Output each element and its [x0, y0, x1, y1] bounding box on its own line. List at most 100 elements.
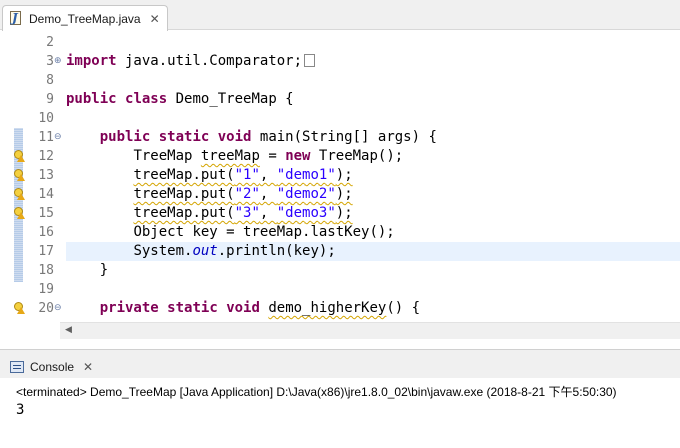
close-icon[interactable]: ✕	[150, 12, 160, 26]
code-fragment: () {	[386, 300, 421, 316]
string-literal: "demo3"	[276, 205, 336, 221]
line-number: 19	[38, 282, 54, 297]
code-line: 8	[0, 71, 680, 90]
editor-tab-bar: J Demo_TreeMap.java ✕	[0, 0, 680, 31]
collapse-fold-icon[interactable]: ⊖	[54, 131, 62, 143]
warning-fragment: demo_higherKey	[268, 300, 387, 316]
code-fragment: );	[335, 205, 353, 221]
code-fragment: ,	[259, 186, 277, 202]
line-number: 10	[38, 111, 54, 126]
code-text: treeMap.put("2", "demo2");	[66, 185, 352, 204]
line-number: 17	[38, 244, 54, 259]
warning-fragment: treeMap.put("2", "demo2");	[133, 186, 352, 202]
collapse-fold-icon[interactable]: ⊖	[54, 302, 62, 314]
line-number: 12	[38, 149, 54, 164]
code-line: 15 treeMap.put("3", "demo3");	[0, 204, 680, 223]
line-number: 2	[46, 35, 54, 50]
keyword: void	[217, 129, 252, 145]
keyword: import	[66, 53, 117, 69]
string-literal: "1"	[234, 167, 260, 183]
console-status: <terminated> Demo_TreeMap [Java Applicat…	[16, 385, 617, 399]
line-number: 8	[46, 73, 54, 88]
keyword: class	[125, 91, 168, 107]
string-literal: "demo1"	[276, 167, 336, 183]
code-line: 20 ⊖ private static void demo_higherKey(…	[0, 299, 680, 318]
collapsed-imports-marker[interactable]	[304, 54, 316, 67]
code-text: import java.util.Comparator;	[66, 52, 316, 71]
code-fragment: ,	[259, 167, 277, 183]
line-number: 20	[38, 301, 54, 316]
code-text: private static void demo_higherKey() {	[66, 299, 420, 318]
keyword: public	[99, 129, 151, 145]
line-number: 11	[38, 130, 54, 145]
code-line: 9 public class Demo_TreeMap {	[0, 90, 680, 109]
code-line: 16 Object key = treeMap.lastKey();	[0, 223, 680, 242]
code-fragment: .println(key);	[217, 243, 336, 259]
code-text: treeMap.put("1", "demo1");	[66, 166, 352, 185]
console-tab[interactable]: Console ✕	[6, 355, 97, 378]
code-fragment: );	[335, 167, 353, 183]
code-line: 10	[0, 109, 680, 128]
console-part: Console ✕ <terminated> Demo_TreeMap [Jav…	[0, 349, 680, 448]
warning-fragment: treeMap	[200, 148, 260, 164]
line-number: 16	[38, 225, 54, 240]
line-number: 15	[38, 206, 54, 221]
code-fragment: }	[99, 262, 109, 278]
code-fragment: System.	[133, 243, 193, 259]
scroll-left-icon[interactable]: ◀	[65, 325, 72, 335]
line-number: 14	[38, 187, 54, 202]
keyword: static	[167, 300, 218, 316]
code-line: 18 }	[0, 261, 680, 280]
editor-part: J Demo_TreeMap.java ✕ 2 3 ⊕ import java.…	[0, 0, 680, 342]
string-literal: "3"	[234, 205, 260, 221]
code-line: 12 TreeMap treeMap = new TreeMap();	[0, 147, 680, 166]
console-icon	[10, 360, 24, 373]
code-editor[interactable]: 2 3 ⊕ import java.util.Comparator; 8 9 p…	[0, 31, 680, 320]
code-fragment: ,	[259, 205, 277, 221]
code-text: public static void main(String[] args) {	[66, 128, 437, 147]
code-fragment: Object key = treeMap.lastKey();	[133, 224, 395, 240]
java-file-icon: J	[9, 10, 23, 27]
code-fragment: =	[259, 148, 286, 164]
code-line: 11 ⊖ public static void main(String[] ar…	[0, 128, 680, 147]
close-icon[interactable]: ✕	[83, 360, 93, 374]
editor-tab-label: Demo_TreeMap.java	[29, 11, 141, 26]
string-literal: "demo2"	[276, 186, 336, 202]
keyword: private	[99, 300, 159, 316]
code-line: 3 ⊕ import java.util.Comparator;	[0, 52, 680, 71]
code-line: 2	[0, 33, 680, 52]
console-output[interactable]: 3	[16, 402, 24, 418]
code-fragment: treeMap.put(	[133, 167, 235, 183]
current-code-line: 17 System.out.println(key);	[0, 242, 680, 261]
console-tab-label: Console	[30, 359, 75, 374]
expand-fold-icon[interactable]: ⊕	[54, 55, 62, 67]
line-number: 9	[46, 92, 54, 107]
horizontal-scrollbar[interactable]: ◀	[60, 322, 680, 339]
code-line: 19	[0, 280, 680, 299]
warning-fragment: treeMap.put("3", "demo3");	[133, 205, 352, 221]
keyword: static	[158, 129, 210, 145]
code-text: treeMap.put("3", "demo3");	[66, 204, 352, 223]
static-field: out	[192, 243, 218, 259]
code-text: public class Demo_TreeMap {	[66, 90, 294, 109]
code-fragment: );	[335, 186, 353, 202]
code-fragment: TreeMap	[133, 148, 201, 164]
line-number: 13	[38, 168, 54, 183]
code-text: Object key = treeMap.lastKey();	[66, 223, 395, 242]
string-literal: "2"	[234, 186, 260, 202]
code-fragment: treeMap.put(	[133, 186, 235, 202]
code-text: TreeMap treeMap = new TreeMap();	[66, 147, 403, 166]
code-fragment: main(String[] args) {	[251, 129, 437, 145]
code-fragment: TreeMap();	[310, 148, 404, 164]
code-fragment: Demo_TreeMap {	[167, 91, 294, 107]
warning-fragment: treeMap.put("1", "demo1");	[133, 167, 352, 183]
editor-tab-demo-treemap[interactable]: J Demo_TreeMap.java ✕	[2, 5, 168, 31]
code-fragment: java.util.Comparator;	[116, 53, 303, 69]
